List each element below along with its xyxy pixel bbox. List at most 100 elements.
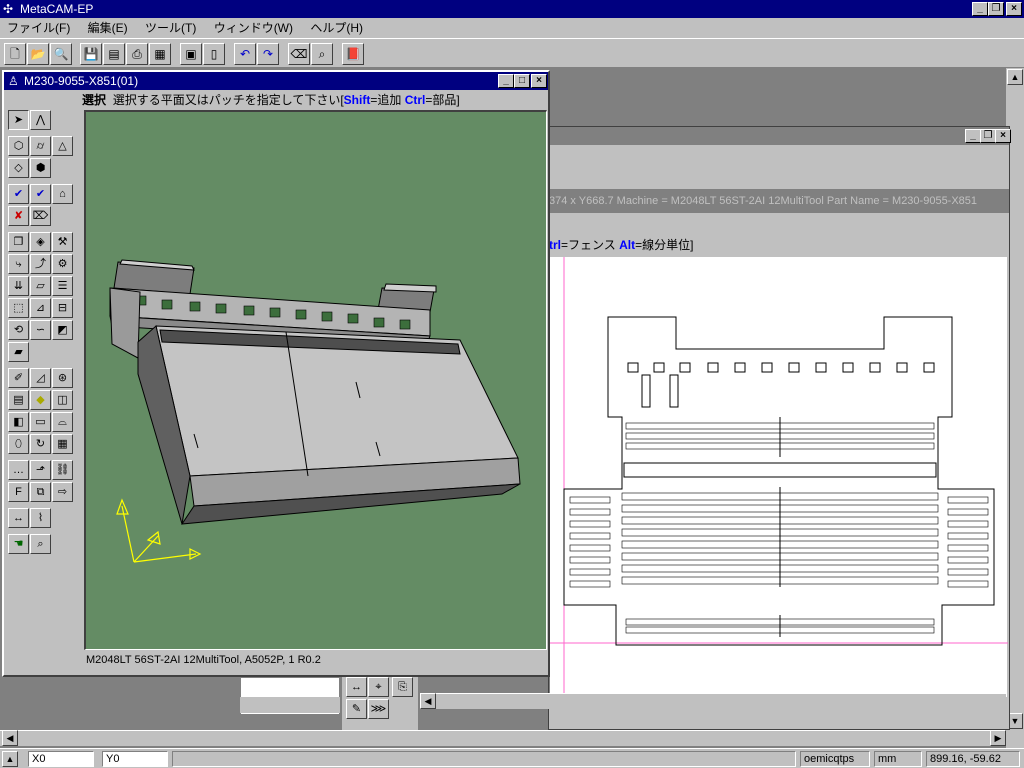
bend-icon[interactable]: ⤷ (8, 254, 29, 274)
new-icon[interactable]: 🗋 (4, 43, 26, 65)
layout-hscroll[interactable] (420, 693, 1006, 709)
grid-icon[interactable]: ▦ (52, 434, 73, 454)
unfold-icon[interactable]: ⇊ (8, 276, 29, 296)
print-setup-icon[interactable]: ⎙ (126, 43, 148, 65)
mdi-hscroll[interactable] (0, 730, 1006, 746)
stack-icon[interactable]: ☰ (52, 276, 73, 296)
book-icon[interactable]: 📕 (342, 43, 364, 65)
layout-close-button[interactable]: × (995, 129, 1011, 143)
layout-minimize-button[interactable]: _ (965, 129, 981, 143)
check-face-icon[interactable]: ✔ (8, 184, 29, 204)
x-coordinate-field[interactable]: X0 (28, 751, 94, 767)
plane-icon[interactable]: ◇ (8, 158, 29, 178)
tag-icon[interactable]: ⌂ (52, 184, 73, 204)
arc-icon[interactable]: ⌓ (52, 412, 73, 432)
menu-edit[interactable]: 編集(E) (81, 18, 135, 38)
point-select-icon[interactable]: ⋀ (30, 110, 51, 130)
layout-window-titlebar[interactable]: _ ❐ × (549, 127, 1011, 145)
group-icon[interactable]: ⧉ (30, 482, 51, 502)
erase-icon[interactable]: ⌫ (288, 43, 310, 65)
font-icon[interactable]: F (8, 482, 29, 502)
layout-prompt-text-1: =フェンス (561, 238, 620, 252)
mdi-scroll-left-icon[interactable]: ◀ (2, 730, 18, 746)
rotate-icon[interactable]: ↻ (30, 434, 51, 454)
tool-set-icon[interactable]: ⚒ (52, 232, 73, 252)
transfer-icon[interactable]: ⇨ (52, 482, 73, 502)
menu-help[interactable]: ヘルプ(H) (303, 18, 370, 38)
measure-icon[interactable]: ⊛ (52, 368, 73, 388)
sheet-face-icon[interactable]: ▰ (8, 342, 29, 362)
split-icon[interactable]: ◧ (8, 412, 29, 432)
cursor-coords-field: 899.16, -59.62 (926, 751, 1020, 767)
highlight-icon[interactable]: ◆ (30, 390, 51, 410)
nest-icon[interactable]: ▣ (180, 43, 202, 65)
flat-icon[interactable]: ▭ (30, 412, 51, 432)
flat-pattern-canvas[interactable] (549, 257, 1008, 697)
dimension-icon[interactable]: ↔ (346, 677, 367, 697)
slot-icon[interactable]: ⊟ (52, 298, 73, 318)
flange-icon[interactable]: ⤴ (30, 254, 51, 274)
fragment-hscroll[interactable] (240, 697, 340, 713)
solid-icon[interactable]: ⬢ (30, 158, 51, 178)
menu-window[interactable]: ウィンドウ(W) (207, 18, 300, 38)
scroll-left-icon[interactable]: ◀ (420, 693, 436, 709)
copy-icon[interactable]: ❐ (8, 232, 29, 252)
y-coordinate-field[interactable]: Y0 (102, 751, 168, 767)
relief-icon[interactable]: ▱ (30, 276, 51, 296)
fold-icon[interactable]: ◈ (30, 232, 51, 252)
curl-icon[interactable]: ∽ (30, 320, 51, 340)
merge-icon[interactable]: ⋙ (368, 699, 389, 719)
minimize-button[interactable]: _ (972, 2, 988, 16)
save-icon[interactable]: 💾 (80, 43, 102, 65)
scroll-up-icon[interactable]: ▲ (1007, 69, 1023, 85)
select-arrow-icon[interactable]: ➤ (8, 110, 29, 130)
3d-viewport[interactable] (84, 110, 547, 650)
export-icon[interactable]: ⎘ (392, 677, 413, 697)
tab-icon[interactable]: ⊿ (30, 298, 51, 318)
preview-icon[interactable]: 🔍 (50, 43, 72, 65)
width-icon[interactable]: ↔ (8, 508, 29, 528)
brush-icon[interactable]: ⌇ (30, 508, 51, 528)
hand-icon[interactable]: ☚ (8, 534, 29, 554)
restore-button[interactable]: ❐ (988, 2, 1004, 16)
pointer-edit-icon[interactable]: ⬏ (30, 460, 51, 480)
delete-face-icon[interactable]: ✘ (8, 206, 29, 226)
pen-icon[interactable]: ✎ (346, 699, 367, 719)
menu-bar: ファイル(F) 編集(E) ツール(T) ウィンドウ(W) ヘルプ(H) (0, 18, 1024, 38)
erase-face-icon[interactable]: ⌦ (30, 206, 51, 226)
close-button[interactable]: × (1006, 2, 1022, 16)
view-cube-icon[interactable]: ⬚ (8, 298, 29, 318)
more-icon[interactable]: … (8, 460, 29, 480)
redo-icon[interactable]: ↷ (257, 43, 279, 65)
check-edge-icon[interactable]: ✔ (30, 184, 51, 204)
cone-icon[interactable]: △ (52, 136, 73, 156)
ellipse-icon[interactable]: ⬯ (8, 434, 29, 454)
probe-icon[interactable]: ⌖ (368, 677, 389, 697)
corner-icon[interactable]: ◩ (52, 320, 73, 340)
sketch-icon[interactable]: ✐ (8, 368, 29, 388)
open-icon[interactable]: 📂 (27, 43, 49, 65)
wrench-icon[interactable]: ⚙ (52, 254, 73, 274)
part-minimize-button[interactable]: _ (498, 74, 514, 88)
box-icon[interactable]: ⬡ (8, 136, 29, 156)
hem-icon[interactable]: ⟲ (8, 320, 29, 340)
menu-file[interactable]: ファイル(F) (0, 18, 77, 38)
part-maximize-button[interactable]: □ (514, 74, 530, 88)
part-window-titlebar[interactable]: ♙ M230-9055-X851(01) _ □ × (4, 72, 548, 90)
mdi-scroll-right-icon[interactable]: ▶ (990, 730, 1006, 746)
layer-icon[interactable]: ▤ (8, 390, 29, 410)
menu-tools[interactable]: ツール(T) (138, 18, 203, 38)
undo-icon[interactable]: ↶ (234, 43, 256, 65)
zoom-icon[interactable]: ⌕ (30, 534, 51, 554)
layout-restore-button[interactable]: ❐ (980, 129, 996, 143)
sheet-icon[interactable]: ▯ (203, 43, 225, 65)
save-all-icon[interactable]: ▤ (103, 43, 125, 65)
link-icon[interactable]: ⛓ (52, 460, 73, 480)
print-preview-icon[interactable]: ▦ (149, 43, 171, 65)
edge-icon[interactable]: ◿ (30, 368, 51, 388)
cylinder-icon[interactable]: ⌭ (30, 136, 51, 156)
zoom-window-icon[interactable]: ⌕ (311, 43, 333, 65)
part-close-button[interactable]: × (531, 74, 547, 88)
status-toggle-icon[interactable]: ▲ (2, 751, 18, 767)
panel-icon[interactable]: ◫ (52, 390, 73, 410)
